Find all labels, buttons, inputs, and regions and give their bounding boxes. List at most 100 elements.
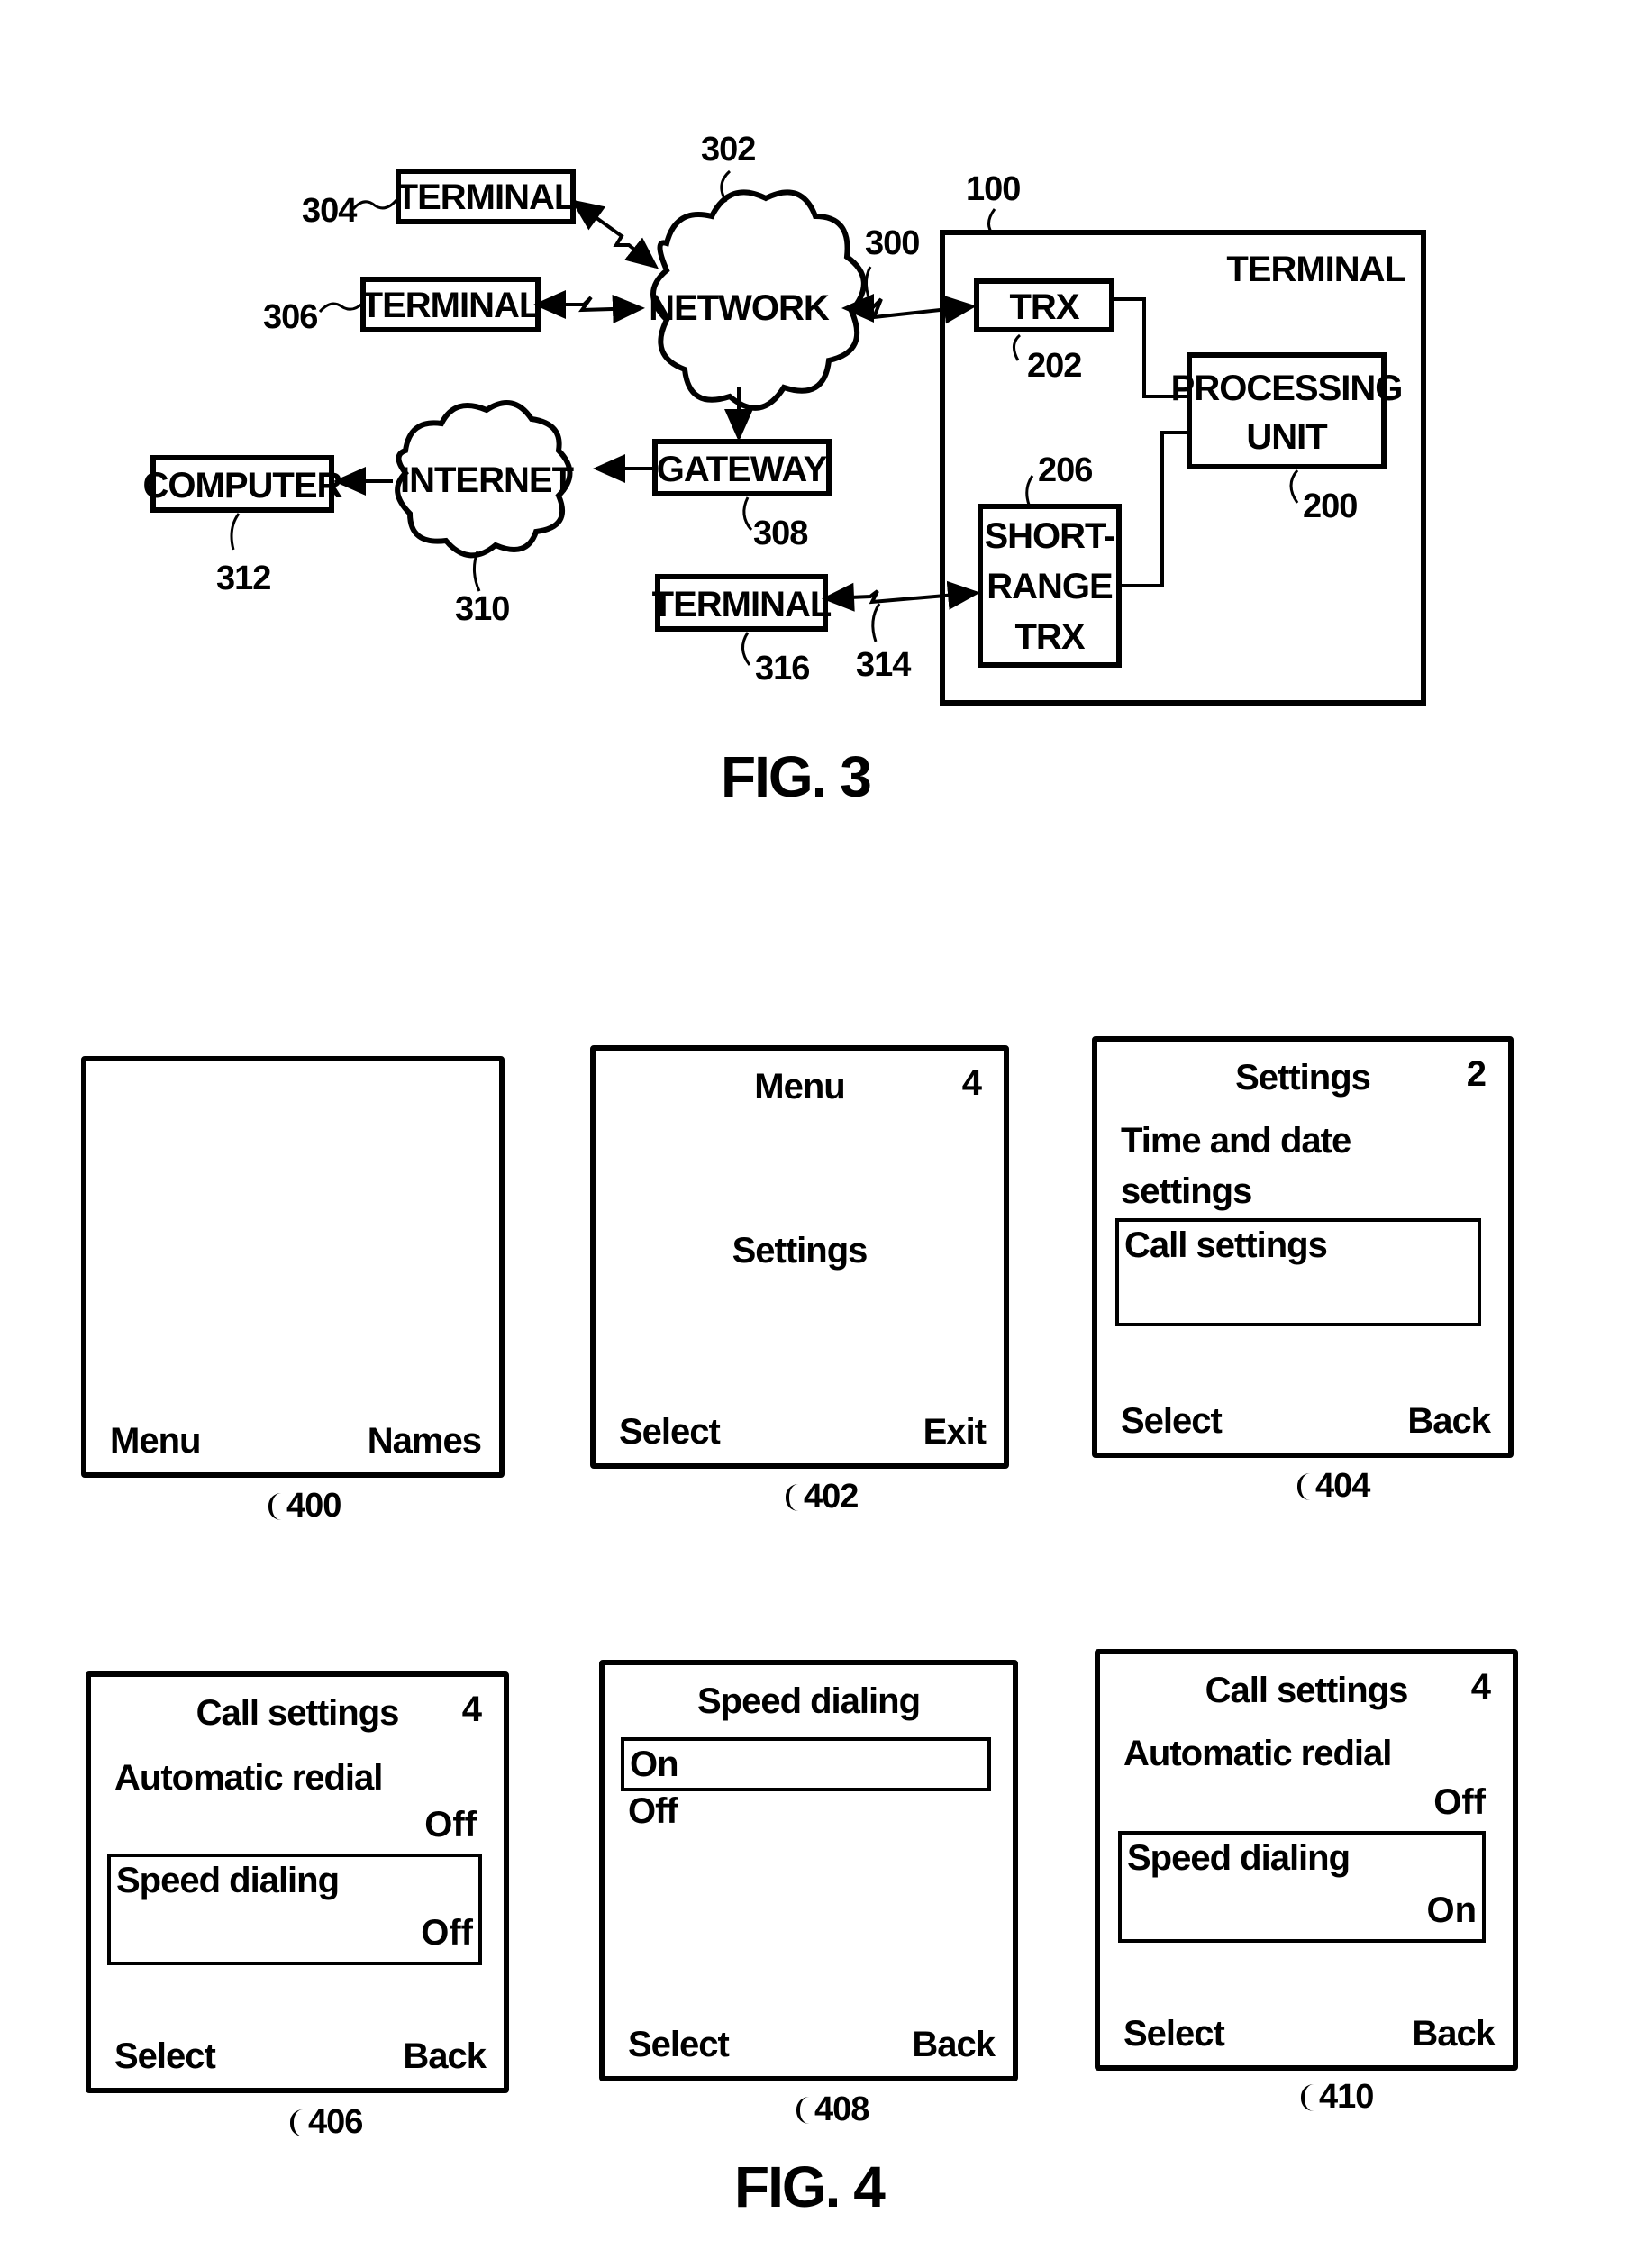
leader-310 [473,551,481,592]
ref-408-text: 408 [814,2090,869,2128]
option-on[interactable]: On [630,1744,679,1785]
selected-item-highlight[interactable]: Call settings [1115,1218,1481,1326]
ref-100: 100 [966,170,1020,208]
selected-item-highlight[interactable]: Speed dialing On [1118,1831,1486,1943]
network-label: NETWORK [649,288,830,328]
computer-label: COMPUTER [143,466,343,506]
ref-206: 206 [1038,451,1092,489]
processing-unit-label-2: UNIT [1246,417,1327,457]
network-cloud: NETWORK [649,189,867,411]
automatic-redial-value: Off [1433,1782,1486,1822]
softkey-right[interactable]: Back [912,2025,996,2065]
option-off[interactable]: Off [628,1791,678,1832]
terminal-304-label: TERMINAL [396,178,576,217]
fig3-caption: FIG. 3 [721,744,872,809]
leader-hook [786,1484,798,1511]
softkey-left[interactable]: Select [1123,2014,1225,2054]
menu-item-speed-dialing[interactable]: Speed dialing [1127,1838,1351,1879]
terminal-306-label: TERMINAL [361,286,541,325]
terminal-304-node: TERMINAL [396,169,577,224]
processing-unit-node: PROCESSING UNIT [1171,352,1403,469]
automatic-redial-value: Off [424,1805,477,1844]
leader-306 [318,301,365,314]
leader-316 [741,632,751,666]
screen-counter: 4 [961,1063,982,1103]
softkey-left[interactable]: Select [114,2036,216,2077]
ref-410-text: 410 [1319,2078,1374,2116]
ref-302: 302 [701,131,755,169]
ref-310: 310 [455,590,509,628]
screen-title: Menu [754,1067,845,1107]
ref-406-text: 406 [308,2103,363,2141]
menu-item-time-date-line1[interactable]: Time and date [1121,1121,1351,1161]
softkey-right[interactable]: Back [403,2036,487,2077]
menu-item-settings[interactable]: Settings [596,1231,1004,1271]
ref-304: 304 [302,192,357,230]
processing-unit-label-1: PROCESSING [1171,369,1403,408]
selected-option-highlight[interactable]: On [621,1737,991,1791]
short-range-trx-label-1: SHORT- [984,516,1114,556]
screen-404: Settings 2 Time and date settings Call s… [1092,1036,1514,1458]
leader-hook [268,1493,281,1520]
softkey-left[interactable]: Select [1121,1401,1223,1442]
ref-408: 408 [796,2090,869,2129]
screen-counter: 2 [1466,1054,1487,1094]
computer-node: COMPUTER [143,455,344,513]
menu-item-call-settings[interactable]: Call settings [1124,1225,1328,1266]
terminal-316-node: TERMINAL [652,574,832,632]
softkey-right[interactable]: Names [368,1421,482,1462]
internet-cloud: INTERNET [395,400,575,559]
menu-item-time-date-line2[interactable]: settings [1121,1171,1252,1212]
menu-item-speed-dialing[interactable]: Speed dialing [116,1861,340,1901]
leader-206 [1025,475,1034,506]
ref-404-text: 404 [1315,1467,1370,1505]
speed-dialing-value: On [1426,1890,1477,1930]
softkey-left[interactable]: Menu [110,1421,201,1462]
screen-406: Call settings 4 Automatic redial Off Spe… [86,1671,509,2093]
ref-402-text: 402 [804,1478,859,1516]
ref-200: 200 [1303,487,1357,525]
leader-hook [290,2109,303,2136]
ref-402: 402 [786,1478,859,1517]
softkey-left[interactable]: Select [628,2025,730,2065]
short-range-trx-label-3: TRX [1015,617,1086,657]
speed-dialing-value: Off [421,1913,473,1953]
ref-308: 308 [753,515,807,552]
ref-400: 400 [268,1487,341,1526]
screen-400: Menu Names [81,1056,505,1478]
softkey-right[interactable]: Back [1412,2014,1496,2054]
softkey-left[interactable]: Select [619,1412,721,1453]
softkey-right[interactable]: Exit [923,1412,987,1453]
screen-counter: 4 [461,1690,482,1729]
leader-hook [1297,1473,1310,1500]
screen-title: Call settings [1205,1671,1409,1710]
screen-title: Speed dialing [696,1681,921,1721]
leader-314 [871,603,881,642]
ref-314: 314 [856,646,911,684]
menu-item-automatic-redial[interactable]: Automatic redial [114,1758,383,1799]
leader-hook [1301,2084,1314,2111]
ref-306: 306 [263,298,317,336]
leader-312 [230,513,241,551]
link-304-network [570,199,659,269]
link-300-network-trx [841,294,977,324]
leader-308 [742,496,753,531]
ref-316: 316 [755,650,809,688]
fig4-caption: FIG. 4 [734,2154,886,2219]
trx-node: TRX [974,278,1114,332]
ref-410: 410 [1301,2078,1374,2117]
terminal-100-label: TERMINAL [1226,250,1405,289]
ref-400-text: 400 [286,1487,341,1525]
leader-202 [1013,333,1022,361]
softkey-right[interactable]: Back [1407,1401,1491,1442]
ref-300: 300 [865,224,919,262]
menu-item-automatic-redial[interactable]: Automatic redial [1123,1734,1392,1774]
ref-406: 406 [290,2103,363,2142]
selected-item-highlight[interactable]: Speed dialing Off [107,1854,482,1965]
link-306-network [533,290,645,323]
link-314-short-range [822,580,980,612]
short-range-trx-node: SHORT- RANGE TRX [978,504,1122,668]
internet-label: INTERNET [400,460,574,500]
screen-408: Speed dialing On Off Select Back [599,1660,1018,2081]
terminal-316-label: TERMINAL [652,585,832,624]
